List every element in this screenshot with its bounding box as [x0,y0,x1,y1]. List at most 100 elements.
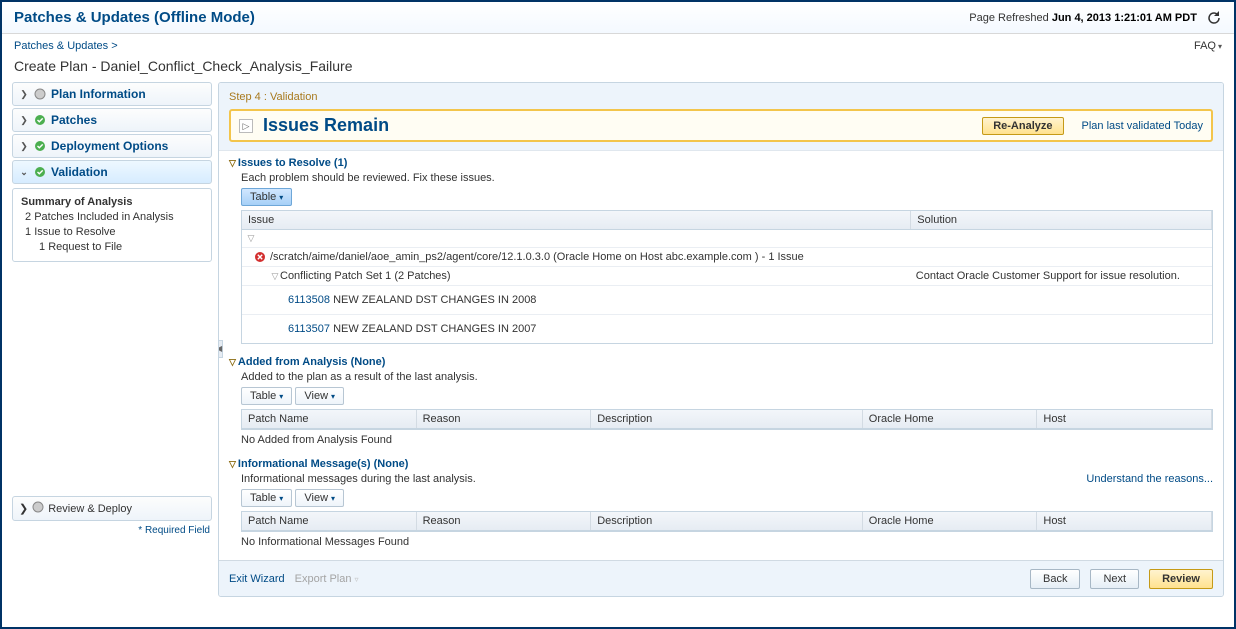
column-header-patch-name[interactable]: Patch Name [242,410,417,428]
summary-title: Summary of Analysis [21,195,203,210]
chevron-right-icon: ❯ [19,115,29,126]
table-menu-button[interactable]: Table▾ [241,188,292,206]
ok-status-icon [33,139,47,153]
splitter-collapse-icon[interactable]: ◀ [218,340,223,358]
section-subtext: Added to the plan as a result of the las… [241,371,1213,383]
wizard-sidebar: ❯ Plan Information ❯ Patches ❯ Deploymen… [12,82,212,597]
sidebar-item-plan-information[interactable]: ❯ Plan Information [12,82,212,106]
expand-icon[interactable]: ▷ [239,119,253,133]
chevron-right-icon: ❯ [19,502,28,515]
column-header-description[interactable]: Description [591,512,863,530]
plan-subtitle: Create Plan - Daniel_Conflict_Check_Anal… [2,52,1234,82]
column-header-reason[interactable]: Reason [417,512,592,530]
back-button[interactable]: Back [1030,569,1080,589]
section-heading[interactable]: ▽Issues to Resolve (1) [229,157,1213,169]
sidebar-item-label: Patches [51,113,97,127]
column-header-host[interactable]: Host [1037,512,1212,530]
patch-id-link[interactable]: 6113508 [288,294,330,306]
disclosure-open-icon: ▽ [229,357,236,367]
added-grid: Patch Name Reason Description Oracle Hom… [241,409,1213,430]
table-menu-button[interactable]: Table▾ [241,387,292,405]
idle-status-icon [33,87,47,101]
chevron-down-icon: ▿ [355,575,359,584]
faq-menu[interactable]: FAQ▾ [1194,40,1222,52]
sidebar-item-label: Plan Information [51,87,146,101]
top-header: Patches & Updates (Offline Mode) Page Re… [2,2,1234,34]
refresh-icon[interactable] [1206,10,1222,26]
error-icon [254,251,266,263]
chevron-down-icon: ▾ [279,193,283,202]
section-heading[interactable]: ▽Informational Message(s) (None) [229,458,1213,470]
conflict-set-label: Conflicting Patch Set 1 (2 Patches) [280,270,451,282]
patch-id-link[interactable]: 6113507 [288,323,330,335]
oracle-home-path: /scratch/aime/daniel/aoe_amin_ps2/agent/… [270,251,804,263]
chevron-down-icon: ▾ [1218,42,1222,51]
chevron-down-icon: ⌄ [19,167,29,178]
last-validated-label: Plan last validated Today [1082,120,1204,132]
oracle-home-row[interactable]: /scratch/aime/daniel/aoe_amin_ps2/agent/… [242,248,1212,267]
column-header-oracle-home[interactable]: Oracle Home [863,512,1038,530]
view-menu-button[interactable]: View▾ [295,387,344,405]
chevron-right-icon: ❯ [19,89,29,100]
informational-messages-section: ▽Informational Message(s) (None) Informa… [229,458,1213,548]
column-header-oracle-home[interactable]: Oracle Home [863,410,1038,428]
patch-desc: NEW ZEALAND DST CHANGES IN 2008 [333,294,536,306]
disclosure-open-icon: ▽ [246,233,256,244]
summary-line: 1 Issue to Resolve [21,225,203,240]
sidebar-item-review-deploy[interactable]: ❯ Review & Deploy [12,496,212,521]
understand-reasons-link[interactable]: Understand the reasons... [1086,473,1213,485]
disclosure-open-icon: ▽ [270,271,280,282]
empty-message: No Informational Messages Found [229,532,1213,548]
conflict-set-row[interactable]: ▽ Conflicting Patch Set 1 (2 Patches) Co… [242,267,1212,286]
faq-label: FAQ [1194,40,1216,52]
ok-status-icon [33,165,47,179]
chevron-down-icon: ▾ [331,392,335,401]
empty-message: No Added from Analysis Found [229,430,1213,446]
patch-row[interactable]: 6113507 NEW ZEALAND DST CHANGES IN 2007 [242,315,1212,343]
table-menu-button[interactable]: Table▾ [241,489,292,507]
chevron-down-icon: ▾ [279,392,283,401]
issues-to-resolve-section: ▽Issues to Resolve (1) Each problem shou… [229,157,1213,344]
page-refreshed-label: Page Refreshed [969,11,1049,23]
sidebar-item-validation[interactable]: ⌄ Validation [12,160,212,184]
issues-title: Issues Remain [263,115,389,136]
column-header-issue[interactable]: Issue [242,211,911,229]
added-from-analysis-section: ▽Added from Analysis (None) Added to the… [229,356,1213,446]
wizard-footer: Exit Wizard Export Plan▿ Back Next Revie… [219,560,1223,596]
disclosure-open-icon: ▽ [229,459,236,469]
column-header-patch-name[interactable]: Patch Name [242,512,417,530]
section-heading[interactable]: ▽Added from Analysis (None) [229,356,1213,368]
summary-panel: Summary of Analysis 2 Patches Included i… [12,188,212,262]
column-header-host[interactable]: Host [1037,410,1212,428]
chevron-down-icon: ▾ [279,494,283,503]
export-plan-menu: Export Plan▿ [295,573,359,585]
review-button[interactable]: Review [1149,569,1213,589]
column-header-description[interactable]: Description [591,410,863,428]
column-header-solution[interactable]: Solution [911,211,1212,229]
content-panel: ◀ Step 4 : Validation ▷ Issues Remain Re… [218,82,1224,597]
step-label: Step 4 : Validation [229,91,1213,103]
info-grid: Patch Name Reason Description Oracle Hom… [241,511,1213,532]
tree-toggle-row[interactable]: ▽ [242,230,1212,248]
sidebar-item-label: Review & Deploy [48,503,132,515]
idle-status-icon [32,501,44,516]
sidebar-item-patches[interactable]: ❯ Patches [12,108,212,132]
summary-line: 1 Request to File [21,240,203,255]
chevron-right-icon: ❯ [19,141,29,152]
patch-row[interactable]: 6113508 NEW ZEALAND DST CHANGES IN 2008 [242,286,1212,315]
sidebar-item-label: Validation [51,165,108,179]
view-menu-button[interactable]: View▾ [295,489,344,507]
page-refreshed-time: Jun 4, 2013 1:21:01 AM PDT [1052,11,1197,23]
disclosure-open-icon: ▽ [229,158,236,168]
reanalyze-button[interactable]: Re-Analyze [982,117,1063,135]
exit-wizard-link[interactable]: Exit Wizard [229,573,285,585]
patch-desc: NEW ZEALAND DST CHANGES IN 2007 [333,323,536,335]
chevron-down-icon: ▾ [331,494,335,503]
next-button[interactable]: Next [1090,569,1139,589]
breadcrumb-row: Patches & Updates > FAQ▾ [2,34,1234,52]
solution-text: Contact Oracle Customer Support for issu… [910,270,1208,282]
column-header-reason[interactable]: Reason [417,410,592,428]
sidebar-item-deployment-options[interactable]: ❯ Deployment Options [12,134,212,158]
section-subtext: Each problem should be reviewed. Fix the… [241,172,1213,184]
breadcrumb-link[interactable]: Patches & Updates [14,40,108,52]
